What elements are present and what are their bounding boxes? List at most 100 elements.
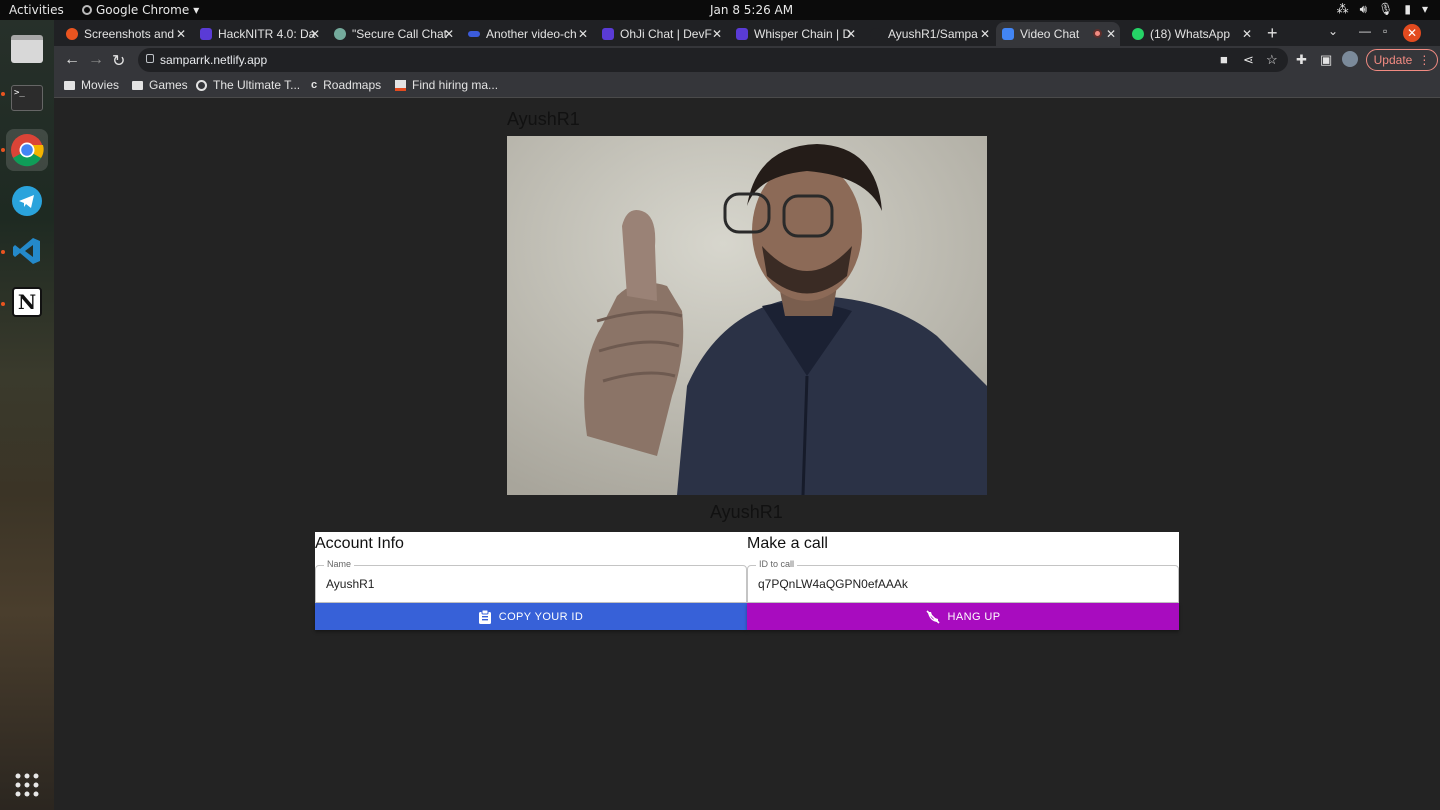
tab-title: "Secure Call Chat [352, 27, 447, 41]
side-panel-icon[interactable]: ▣ [1320, 52, 1332, 68]
extensions-icon[interactable]: ✚ [1296, 52, 1307, 68]
camera-in-use-icon[interactable]: ■ [1220, 52, 1228, 67]
tab-chatgpt[interactable]: "Secure Call Chat ✕ [334, 22, 458, 46]
update-button[interactable]: Update ⋮ [1366, 49, 1438, 71]
github-favicon-icon [870, 28, 882, 40]
call-controls-panel: Account Info Name AyushR1 COPY YOUR ID M… [315, 532, 1179, 630]
close-tab-icon[interactable]: ✕ [578, 27, 588, 41]
app-menu-label: Google Chrome [96, 3, 190, 17]
ubuntu-favicon-icon [66, 28, 78, 40]
local-video [507, 136, 987, 495]
bookmark-label: Movies [81, 78, 120, 92]
close-tab-icon[interactable]: ✕ [444, 27, 454, 41]
new-tab-button[interactable]: + [1267, 23, 1278, 44]
apps-grid-icon[interactable] [6, 764, 48, 806]
video-frame [507, 136, 987, 495]
recording-icon [1093, 29, 1102, 38]
running-indicator [1, 302, 5, 306]
close-tab-icon[interactable]: ✕ [980, 27, 990, 41]
close-tab-icon[interactable]: ✕ [310, 27, 320, 41]
devfolio-favicon-icon [736, 28, 748, 40]
volume-icon: 🔊︎ [1359, 2, 1368, 16]
bookmark-label: The Ultimate T... [213, 78, 301, 92]
site-favicon-icon [468, 31, 480, 37]
close-window-icon[interactable]: ✕ [1403, 24, 1421, 42]
tab-whisper-chain[interactable]: Whisper Chain | D ✕ [736, 22, 860, 46]
folder-icon [64, 80, 75, 90]
tab-title: Another video-ch [486, 27, 577, 41]
activities-button[interactable]: Activities [9, 3, 64, 17]
microphone-icon: 🎙︎ [1378, 2, 1394, 16]
bookmark-hiring[interactable]: Find hiring ma... [395, 78, 498, 92]
system-tray[interactable]: ⁂ 🔊︎ 🎙︎ ▮ ▾ [1337, 2, 1428, 17]
tab-ohji-chat[interactable]: OhJi Chat | DevF ✕ [602, 22, 726, 46]
running-indicator [1, 148, 5, 152]
app-menu[interactable]: Google Chrome ▾ [82, 3, 199, 17]
bookmark-games[interactable]: Games [132, 78, 188, 92]
devfolio-favicon-icon [200, 28, 212, 40]
tab-title: Whisper Chain | D [754, 27, 852, 41]
restore-icon[interactable]: ▫ [1383, 24, 1387, 38]
account-info-heading: Account Info [315, 535, 404, 552]
tab-screenshots[interactable]: Screenshots and ✕ [66, 22, 190, 46]
minimize-icon[interactable]: — [1359, 24, 1371, 38]
bookmark-star-icon[interactable]: ☆ [1266, 52, 1278, 68]
bookmark-roadmaps[interactable]: c Roadmaps [311, 78, 381, 92]
update-label: Update [1373, 53, 1413, 67]
tab-video-chat[interactable]: Video Chat ✕ [996, 22, 1120, 46]
name-field[interactable]: Name AyushR1 [315, 559, 747, 603]
bookmark-label: Roadmaps [323, 78, 382, 92]
tab-another-video[interactable]: Another video-ch ✕ [468, 22, 592, 46]
battery-icon: ▮ [1404, 2, 1411, 16]
close-tab-icon[interactable]: ✕ [1106, 27, 1116, 41]
avatar[interactable] [1342, 51, 1358, 67]
hang-up-button[interactable]: HANG UP [747, 603, 1179, 630]
make-call-heading: Make a call [747, 535, 828, 552]
account-info-section: Account Info Name AyushR1 COPY YOUR ID [315, 532, 747, 630]
close-tab-icon[interactable]: ✕ [1242, 27, 1252, 41]
back-icon[interactable]: ← [64, 51, 80, 69]
name-field-value: AyushR1 [326, 577, 375, 591]
tab-hacknitr[interactable]: HackNITR 4.0: Da ✕ [200, 22, 324, 46]
network-icon: ⁂ [1336, 2, 1349, 16]
chrome-icon[interactable] [6, 129, 48, 171]
folder-icon [132, 80, 143, 90]
tab-title: OhJi Chat | DevF [620, 27, 712, 41]
vscode-icon[interactable] [6, 230, 48, 272]
tab-title: Screenshots and [84, 27, 175, 41]
local-user-name: AyushR1 [507, 109, 580, 129]
reload-icon[interactable]: ↻ [112, 51, 125, 71]
tab-github[interactable]: AyushR1/Sampa ✕ [870, 22, 994, 46]
dock: >_ N [0, 20, 54, 810]
bookmark-movies[interactable]: Movies [64, 78, 119, 92]
id-to-call-field[interactable]: ID to call q7PQnLW4aQGPN0efAAAk [747, 559, 1179, 603]
bookmark-ultimate[interactable]: The Ultimate T... [196, 78, 300, 92]
forward-icon[interactable]: → [88, 51, 104, 69]
video-favicon-icon [1002, 28, 1014, 40]
tab-title: HackNITR 4.0: Da [218, 27, 316, 41]
files-icon[interactable] [6, 28, 48, 70]
tab-whatsapp[interactable]: (18) WhatsApp ✕ [1132, 22, 1256, 46]
lock-icon [146, 54, 154, 63]
devfolio-favicon-icon [602, 28, 614, 40]
clock[interactable]: Jan 8 5:26 AM [710, 3, 793, 17]
tab-search-icon[interactable]: ⌄ [1328, 24, 1338, 38]
notion-icon[interactable]: N [6, 281, 48, 323]
system-top-bar: Activities Google Chrome ▾ Jan 8 5:26 AM… [0, 0, 1440, 20]
tab-title: (18) WhatsApp [1150, 27, 1231, 41]
more-menu-icon: ⋮ [1418, 53, 1431, 67]
share-icon[interactable]: ⋖ [1243, 52, 1254, 68]
chrome-small-icon [82, 5, 92, 15]
make-call-section: Make a call ID to call q7PQnLW4aQGPN0efA… [747, 532, 1179, 630]
clipboard-icon [478, 609, 491, 624]
close-tab-icon[interactable]: ✕ [846, 27, 856, 41]
page-content: AyushR1 AyushR1 Account Info Name AyushR… [54, 98, 1440, 810]
terminal-icon[interactable]: >_ [6, 77, 48, 119]
address-bar[interactable]: samparrk.netlify.app [138, 48, 1288, 72]
close-tab-icon[interactable]: ✕ [176, 27, 186, 41]
bookmarks-bar: Movies Games The Ultimate T... c Roadmap… [54, 74, 1440, 98]
copy-id-button[interactable]: COPY YOUR ID [315, 603, 747, 630]
telegram-icon[interactable] [6, 180, 48, 222]
whatsapp-favicon-icon [1132, 28, 1144, 40]
close-tab-icon[interactable]: ✕ [712, 27, 722, 41]
